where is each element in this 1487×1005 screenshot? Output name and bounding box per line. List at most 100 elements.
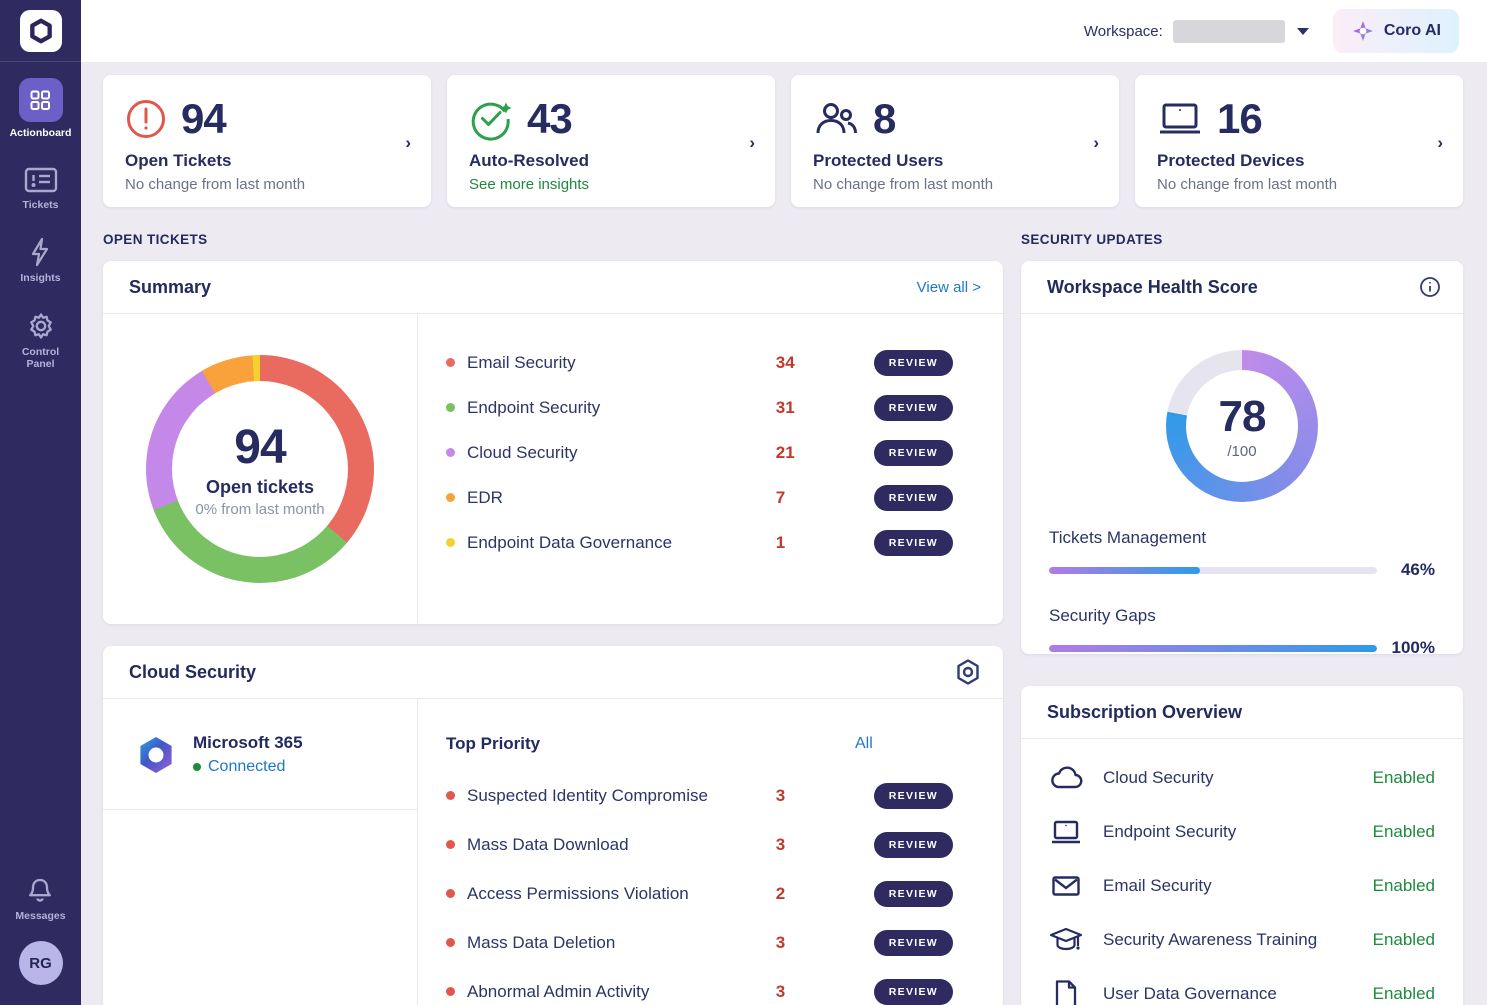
summary-legend: Email Security 34 REVIEW Endpoint Securi… — [418, 314, 1003, 623]
coro-ai-star-icon — [1351, 19, 1375, 43]
chevron-down-icon[interactable] — [1297, 28, 1309, 35]
coro-ai-button[interactable]: Coro AI — [1333, 9, 1459, 53]
subscription-label: Cloud Security — [1103, 768, 1373, 788]
priority-count: 3 — [776, 933, 820, 953]
stat-value: 16 — [1217, 95, 1262, 143]
ticket-count: 34 — [776, 353, 820, 373]
subscription-status: Enabled — [1373, 768, 1435, 788]
priority-dot — [446, 791, 455, 800]
ticket-icon — [24, 166, 58, 194]
users-icon — [813, 99, 859, 139]
cloud-security-card: Cloud Security — [103, 646, 1003, 1005]
priority-count: 3 — [776, 835, 820, 855]
workspace-health-card: Workspace Health Score 78 /100 — [1021, 261, 1463, 654]
subscription-row: User Data Governance Enabled — [1049, 967, 1435, 1005]
grid-icon — [19, 78, 63, 122]
priority-dot — [446, 889, 455, 898]
priority-count: 3 — [776, 982, 820, 1002]
sidebar-item-label: Messages — [15, 910, 65, 923]
all-link[interactable]: All — [855, 735, 953, 753]
alert-circle-icon — [125, 98, 167, 140]
connected-status-dot — [193, 763, 201, 771]
view-all-link[interactable]: View all > — [917, 279, 981, 296]
legend-label: Cloud Security — [467, 443, 776, 463]
tickets-management-label: Tickets Management — [1049, 528, 1435, 548]
review-button[interactable]: REVIEW — [874, 440, 953, 466]
legend-label: Endpoint Security — [467, 398, 776, 418]
review-button[interactable]: REVIEW — [874, 832, 953, 858]
subscription-row: Endpoint Security Enabled — [1049, 805, 1435, 859]
settings-hexagon-icon[interactable] — [955, 658, 981, 686]
legend-row: Cloud Security 21 REVIEW — [446, 430, 953, 475]
coro-logo[interactable] — [0, 0, 81, 62]
connected-label: Connected — [208, 758, 285, 776]
priority-dot — [446, 938, 455, 947]
subscription-label: Endpoint Security — [1103, 822, 1373, 842]
summary-title: Summary — [129, 277, 211, 298]
microsoft-365-connector: Microsoft 365 Connected — [103, 699, 417, 810]
priority-label: Abnormal Admin Activity — [467, 982, 776, 1002]
cloud-security-title: Cloud Security — [129, 662, 256, 683]
health-title: Workspace Health Score — [1047, 277, 1258, 298]
connected-link[interactable]: Connected — [193, 758, 303, 776]
chevron-right-icon[interactable]: › — [405, 133, 411, 153]
health-score-ring: 78 /100 — [1166, 350, 1318, 502]
section-open-tickets: OPEN TICKETS — [103, 232, 1003, 247]
priority-label: Mass Data Download — [467, 835, 776, 855]
info-icon[interactable] — [1419, 276, 1441, 298]
connector-name: Microsoft 365 — [193, 733, 303, 753]
chevron-right-icon[interactable]: › — [749, 133, 755, 153]
security-gaps-label: Security Gaps — [1049, 606, 1435, 626]
review-button[interactable]: REVIEW — [874, 881, 953, 907]
bell-icon — [27, 877, 53, 905]
donut-label: Open tickets — [206, 477, 314, 498]
sidebar-item-actionboard[interactable]: Actionboard — [10, 78, 72, 140]
legend-row: Email Security 34 REVIEW — [446, 340, 953, 385]
stat-card-protected-devices[interactable]: 16 Protected Devices No change from last… — [1135, 75, 1463, 207]
chevron-right-icon[interactable]: › — [1093, 133, 1099, 153]
security-gaps-pct: 100% — [1389, 638, 1435, 658]
review-button[interactable]: REVIEW — [874, 930, 953, 956]
gear-icon — [26, 311, 56, 341]
chevron-right-icon[interactable]: › — [1437, 133, 1443, 153]
top-priority-pane: Top Priority All Suspected Identity Comp… — [418, 699, 1003, 1005]
ticket-count: 21 — [776, 443, 820, 463]
review-button[interactable]: REVIEW — [874, 979, 953, 1005]
review-button[interactable]: REVIEW — [874, 485, 953, 511]
workspace-name-redacted[interactable] — [1173, 20, 1285, 43]
user-avatar[interactable]: RG — [19, 941, 63, 985]
sidebar-item-control-panel[interactable]: Control Panel — [11, 311, 71, 371]
priority-label: Mass Data Deletion — [467, 933, 776, 953]
topbar: Workspace: Coro AI — [81, 0, 1487, 62]
tickets-management-bar — [1049, 567, 1377, 574]
review-button[interactable]: REVIEW — [874, 530, 953, 556]
sidebar-item-insights[interactable]: Insights — [20, 237, 60, 285]
sidebar-item-tickets[interactable]: Tickets — [23, 166, 59, 212]
main-content: 94 Open Tickets No change from last mont… — [81, 62, 1487, 1005]
stat-subtitle: No change from last month — [1157, 176, 1441, 193]
see-more-insights-link[interactable]: See more insights — [469, 176, 753, 193]
stat-card-open-tickets[interactable]: 94 Open Tickets No change from last mont… — [103, 75, 431, 207]
document-icon — [1049, 979, 1083, 1005]
cloud-icon — [1049, 766, 1083, 790]
subscription-status: Enabled — [1373, 984, 1435, 1004]
stat-card-protected-users[interactable]: 8 Protected Users No change from last mo… — [791, 75, 1119, 207]
legend-label: Endpoint Data Governance — [467, 533, 776, 553]
laptop-icon — [1157, 100, 1203, 138]
subscription-label: User Data Governance — [1103, 984, 1373, 1004]
ticket-count: 1 — [776, 533, 820, 553]
stat-card-auto-resolved[interactable]: 43 Auto-Resolved See more insights › — [447, 75, 775, 207]
priority-row: Abnormal Admin Activity 3 REVIEW — [446, 967, 953, 1005]
stat-title: Auto-Resolved — [469, 151, 753, 171]
review-button[interactable]: REVIEW — [874, 783, 953, 809]
security-gaps-bar — [1049, 645, 1377, 652]
stat-title: Protected Users — [813, 151, 1097, 171]
review-button[interactable]: REVIEW — [874, 395, 953, 421]
review-button[interactable]: REVIEW — [874, 350, 953, 376]
priority-row: Suspected Identity Compromise 3 REVIEW — [446, 771, 953, 820]
sidebar: Actionboard Tickets Insights Control Pan… — [0, 0, 81, 1005]
stat-title: Protected Devices — [1157, 151, 1441, 171]
sidebar-item-messages[interactable]: Messages — [15, 877, 65, 923]
donut-sublabel: 0% from last month — [195, 501, 324, 518]
legend-dot — [446, 493, 455, 502]
